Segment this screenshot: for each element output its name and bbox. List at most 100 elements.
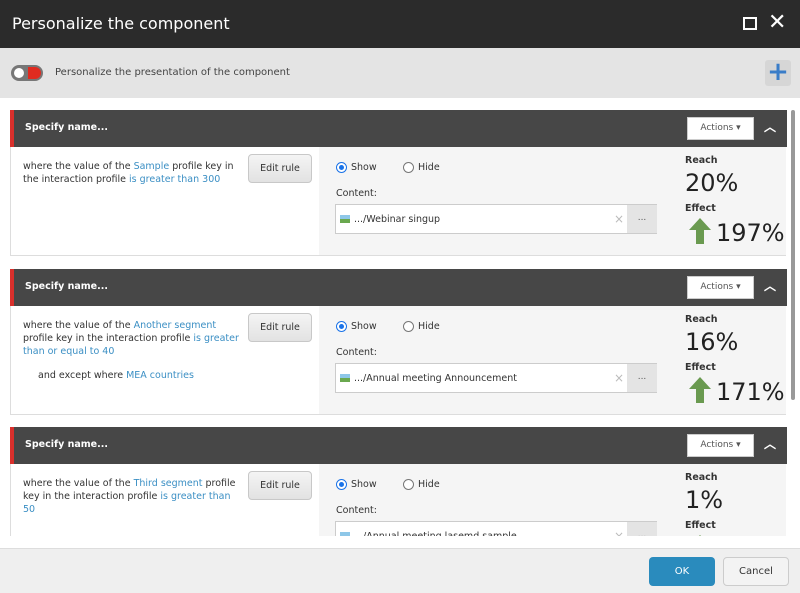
content-value: .../Annual meeting lasemd sample: [354, 531, 517, 536]
close-icon[interactable]: ✕: [768, 11, 786, 35]
reach-value: 1%: [685, 486, 724, 514]
rule-action-panel: Show Hide Content: .../Annual meeting la…: [319, 464, 786, 536]
rule-card: Specify name... Actions ▾ ︿ where the va…: [10, 268, 787, 415]
actions-label: Actions: [700, 440, 734, 450]
exception-text: and except where: [38, 369, 127, 381]
rule-card: Specify name... Actions ▾ ︿ where the va…: [10, 427, 787, 536]
browse-button[interactable]: ...: [627, 522, 657, 536]
rule-header: Specify name... Actions ▾ ︿: [10, 268, 787, 306]
rule-link-operator[interactable]: is greater than 300: [129, 174, 220, 185]
ok-button[interactable]: OK: [649, 557, 715, 586]
rule-action-panel: Show Hide Content: .../Annual meeting An…: [319, 305, 786, 414]
plus-icon: +: [767, 57, 789, 87]
content-label: Content:: [336, 188, 377, 199]
radio-selected-icon: [336, 320, 347, 332]
hide-radio[interactable]: Hide: [403, 162, 440, 173]
rule-header: Specify name... Actions ▾ ︿: [10, 110, 787, 147]
rule-text: where the value of the: [23, 161, 134, 172]
rule-text: profile key in the interaction profile: [23, 332, 194, 344]
cancel-button[interactable]: Cancel: [723, 557, 789, 586]
hide-label: Hide: [418, 479, 440, 490]
show-radio[interactable]: Show: [336, 479, 377, 490]
rule-name[interactable]: Specify name...: [25, 122, 108, 133]
exception-link[interactable]: MEA countries: [126, 370, 194, 381]
collapse-chevron-up-icon[interactable]: ︿: [764, 435, 776, 452]
caret-down-icon: ▾: [736, 440, 741, 450]
image-icon: [340, 215, 350, 223]
toolbar-description: Personalize the presentation of the comp…: [55, 67, 290, 78]
hide-label: Hide: [418, 162, 440, 173]
add-rule-button[interactable]: +: [765, 57, 791, 87]
clear-icon[interactable]: ×: [614, 529, 624, 536]
actions-label: Actions: [700, 123, 734, 133]
caret-down-icon: ▾: [736, 281, 741, 292]
reach-label: Reach: [685, 472, 718, 483]
actions-dropdown[interactable]: Actions ▾: [687, 117, 754, 140]
reach-value: 20%: [685, 169, 739, 197]
rule-header: Specify name... Actions ▾ ︿: [10, 427, 787, 464]
rule-text: where the value of the: [23, 319, 134, 331]
rules-list[interactable]: Specify name... Actions ▾ ︿ where the va…: [0, 98, 800, 536]
content-label: Content:: [336, 346, 377, 358]
arrow-up-icon: [689, 376, 711, 403]
hide-radio[interactable]: Hide: [403, 479, 440, 490]
maximize-icon[interactable]: [743, 17, 757, 30]
show-radio[interactable]: Show: [336, 162, 377, 173]
show-label: Show: [351, 479, 377, 490]
rule-description: where the value of the Sample profile ke…: [23, 160, 243, 186]
content-field[interactable]: .../Annual meeting Announcement × ...: [335, 362, 657, 393]
personalize-toggle-icon[interactable]: [10, 64, 44, 82]
rule-exception: and except where MEA countries: [38, 370, 194, 381]
rule-name[interactable]: Specify name...: [25, 439, 108, 450]
show-label: Show: [351, 162, 377, 173]
radio-empty-icon: [403, 162, 414, 173]
show-radio[interactable]: Show: [336, 320, 377, 332]
rule-link-key[interactable]: Sample: [134, 161, 170, 172]
show-label: Show: [351, 320, 377, 332]
hide-label: Hide: [418, 320, 440, 332]
content-field[interactable]: .../Annual meeting lasemd sample × ...: [335, 521, 657, 536]
clear-icon[interactable]: ×: [614, 212, 624, 226]
rule-link-key[interactable]: Third segment: [134, 478, 203, 489]
effect-value: 197%: [716, 219, 785, 247]
rule-name[interactable]: Specify name...: [25, 281, 108, 292]
effect-label: Effect: [685, 203, 716, 214]
rule-action-panel: Show Hide Content: .../Webinar singup × …: [319, 147, 786, 255]
dialog-title: Personalize the component: [12, 14, 230, 33]
reach-label: Reach: [685, 313, 718, 325]
reach-value: 16%: [685, 327, 739, 356]
radio-selected-icon: [336, 479, 347, 490]
arrow-up-icon: [689, 218, 711, 244]
actions-dropdown[interactable]: Actions ▾: [687, 275, 754, 299]
browse-button[interactable]: ...: [627, 205, 657, 233]
content-label: Content:: [336, 505, 377, 516]
reach-label: Reach: [685, 155, 718, 166]
edit-rule-button[interactable]: Edit rule: [248, 471, 312, 500]
effect-value: 171%: [716, 377, 785, 406]
hide-radio[interactable]: Hide: [403, 320, 440, 332]
radio-empty-icon: [403, 479, 414, 490]
rule-description: where the value of the Third segment pro…: [23, 477, 243, 516]
clear-icon[interactable]: ×: [614, 371, 624, 385]
browse-button[interactable]: ...: [627, 363, 657, 392]
caret-down-icon: ▾: [736, 123, 741, 133]
content-value: .../Annual meeting Announcement: [354, 372, 517, 384]
rule-condition-panel: where the value of the Sample profile ke…: [11, 147, 319, 255]
arrow-up-icon: [699, 535, 701, 536]
actions-dropdown[interactable]: Actions ▾: [687, 434, 754, 457]
radio-empty-icon: [403, 320, 414, 332]
effect-label: Effect: [685, 520, 716, 531]
content-field[interactable]: .../Webinar singup × ...: [335, 204, 657, 234]
title-bar: Personalize the component ✕: [0, 0, 800, 48]
edit-rule-button[interactable]: Edit rule: [248, 154, 312, 183]
edit-rule-button[interactable]: Edit rule: [248, 312, 312, 342]
collapse-chevron-up-icon[interactable]: ︿: [764, 277, 776, 294]
rule-condition-panel: where the value of the Another segment p…: [11, 306, 319, 414]
collapse-chevron-up-icon[interactable]: ︿: [764, 118, 776, 135]
scrollbar[interactable]: [791, 110, 795, 400]
rule-text: where the value of the: [23, 478, 134, 489]
image-icon: [340, 373, 350, 382]
rule-link-key[interactable]: Another segment: [134, 320, 217, 331]
rule-description: where the value of the Another segment p…: [23, 319, 243, 358]
radio-selected-icon: [336, 162, 347, 173]
